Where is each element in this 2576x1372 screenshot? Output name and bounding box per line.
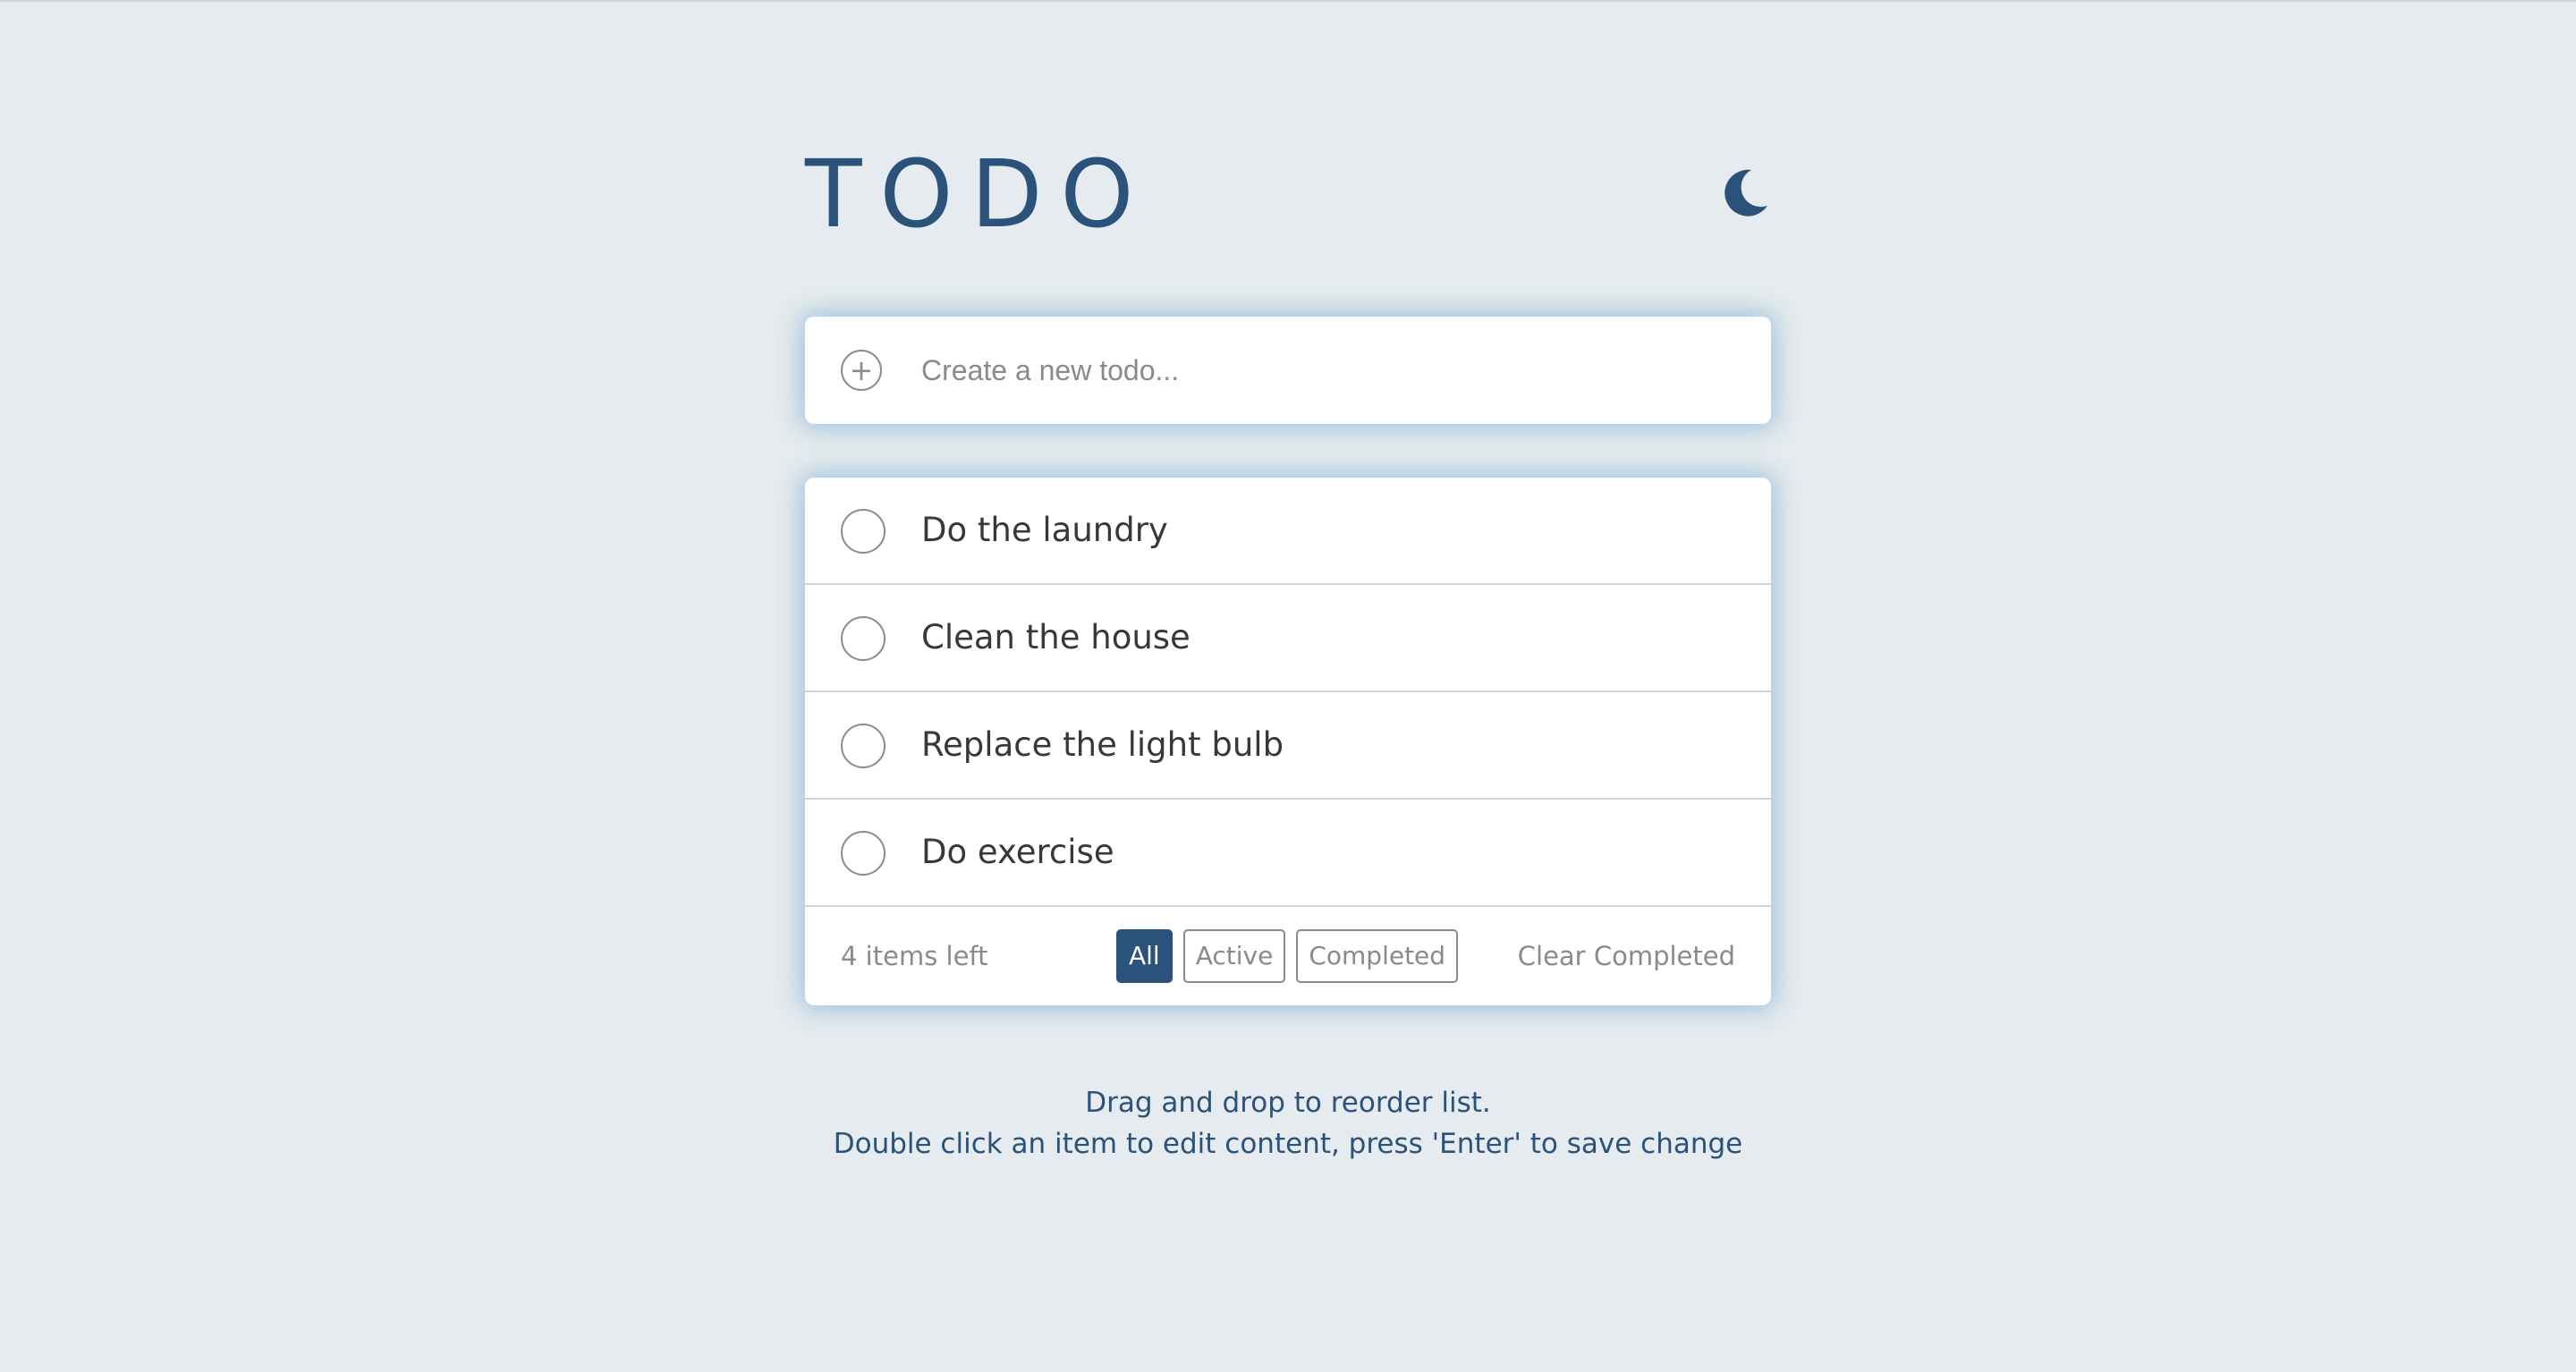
todo-checkbox[interactable]	[841, 724, 886, 768]
items-left-count: 4 items left	[841, 941, 988, 971]
todo-item[interactable]: Do exercise	[805, 800, 1771, 907]
todo-item[interactable]: Replace the light bulb	[805, 692, 1771, 800]
todo-text[interactable]: Clean the house	[921, 585, 1191, 690]
todo-list: Do the laundry Clean the house Replace t…	[805, 478, 1771, 1005]
todo-checkbox[interactable]	[841, 616, 886, 661]
theme-toggle-button[interactable]	[1717, 165, 1771, 218]
todo-item[interactable]: Clean the house	[805, 585, 1771, 692]
filter-completed-button[interactable]: Completed	[1296, 929, 1459, 983]
plus-icon[interactable]: +	[841, 350, 882, 391]
filter-active-button[interactable]: Active	[1182, 929, 1286, 983]
list-footer: 4 items left All Active Completed Clear …	[805, 907, 1771, 1005]
filter-all-button[interactable]: All	[1116, 929, 1173, 983]
todo-text[interactable]: Do the laundry	[921, 478, 1168, 583]
header: TODO	[805, 145, 1771, 243]
todo-item[interactable]: Do the laundry	[805, 478, 1771, 585]
filter-group: All Active Completed	[1116, 929, 1459, 983]
clear-completed-button[interactable]: Clear Completed	[1518, 907, 1735, 1005]
moon-icon	[1724, 169, 1767, 216]
new-todo-card: +	[805, 317, 1771, 424]
page-title: TODO	[805, 140, 1152, 249]
todo-text[interactable]: Do exercise	[921, 800, 1114, 905]
help-text-edit: Double click an item to edit content, pr…	[833, 1128, 1743, 1160]
todo-checkbox[interactable]	[841, 509, 886, 554]
todo-checkbox[interactable]	[841, 831, 886, 876]
todo-text[interactable]: Replace the light bulb	[921, 692, 1284, 798]
help-text: Drag and drop to reorder list. Double cl…	[805, 1082, 1771, 1165]
new-todo-input[interactable]	[921, 343, 1726, 397]
help-text-reorder: Drag and drop to reorder list.	[1085, 1087, 1491, 1119]
